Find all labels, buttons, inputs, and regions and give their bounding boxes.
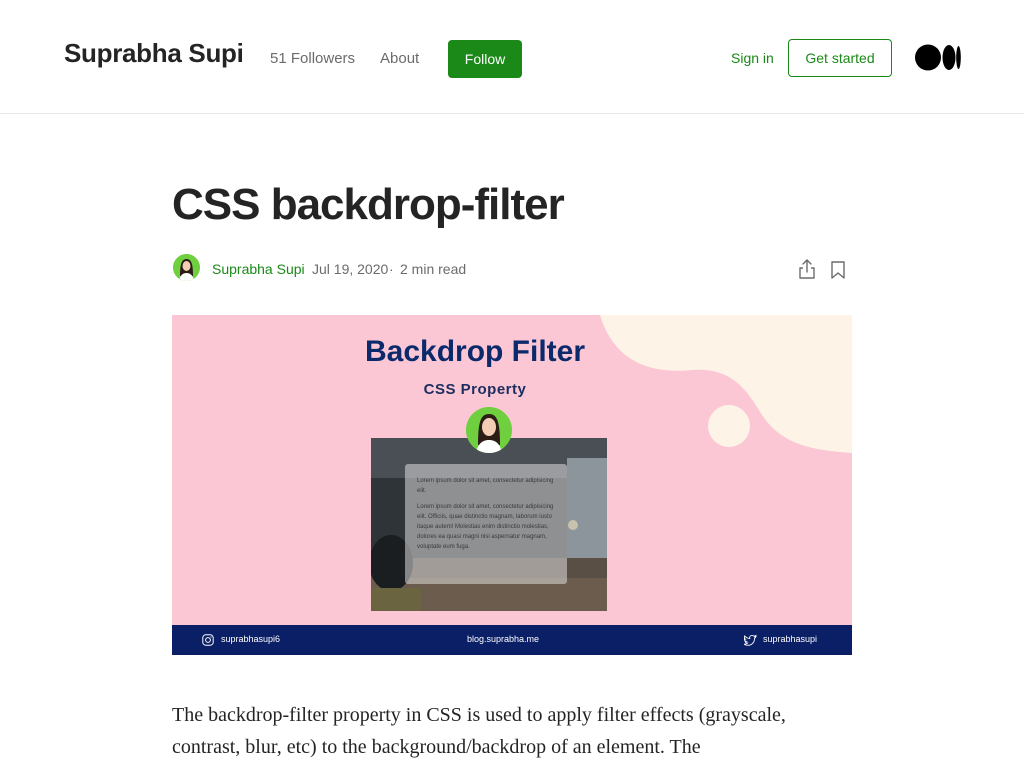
instagram-handle: suprabhasupi6	[221, 634, 281, 644]
room-photo: Lorem ipsum dolor sit amet, consectetur …	[371, 438, 607, 611]
publish-date: Jul 19, 2020	[312, 261, 389, 277]
meta-separator: ·	[389, 261, 394, 277]
follow-button[interactable]: Follow	[448, 40, 522, 78]
medium-logo-icon[interactable]	[915, 44, 961, 71]
twitter-icon	[744, 634, 757, 646]
glass-text-2: Lorem ipsum dolor sit amet, consectetur …	[417, 504, 554, 550]
article-title: CSS backdrop-filter	[172, 180, 565, 229]
publication-name[interactable]: Suprabha Supi	[64, 38, 244, 69]
top-bar: Suprabha Supi 51 Followers About Follow …	[0, 0, 1024, 114]
sign-in-link[interactable]: Sign in	[731, 50, 774, 66]
get-started-button[interactable]: Get started	[788, 39, 892, 77]
article-paragraph: The backdrop-filter property in CSS is u…	[172, 704, 786, 758]
share-icon[interactable]	[797, 258, 817, 280]
glass-text-1: Lorem ipsum dolor sit amet, consectetur …	[417, 478, 554, 494]
twitter-handle: suprabhasupi	[763, 634, 818, 644]
author-name[interactable]: Suprabha Supi	[212, 261, 305, 277]
hero-subtitle: CSS Property	[423, 381, 527, 398]
hero-footer-band: suprabhasupi6 blog.suprabha.me suprabhas…	[172, 625, 852, 655]
blog-url: blog.suprabha.me	[467, 634, 540, 644]
followers-link[interactable]: 51 Followers	[270, 50, 355, 67]
frosted-glass-card: Lorem ipsum dolor sit amet, consectetur …	[405, 464, 567, 584]
hero-avatar	[466, 407, 512, 453]
hero-image: Backdrop Filter CSS Property Lorem ipsum…	[172, 315, 852, 655]
bookmark-icon[interactable]	[829, 260, 847, 280]
about-link[interactable]: About	[380, 50, 419, 67]
author-avatar[interactable]	[173, 254, 200, 281]
hero-title: Backdrop Filter	[364, 335, 586, 368]
read-time: 2 min read	[400, 261, 467, 277]
instagram-icon	[202, 634, 214, 646]
